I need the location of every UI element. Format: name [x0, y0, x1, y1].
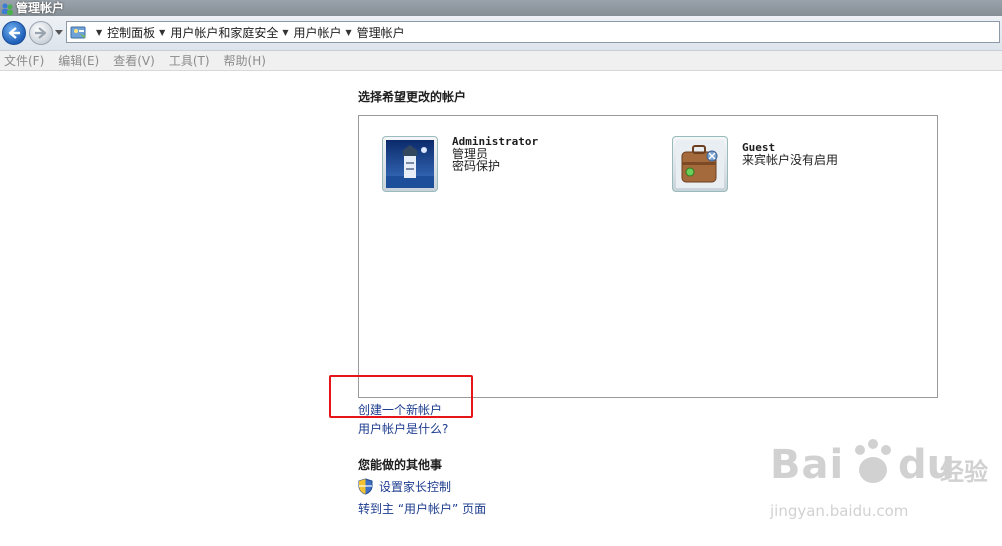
forward-arrow-icon: [35, 27, 47, 39]
suitcase-icon: [676, 140, 724, 188]
title-bar: 管理帐户: [0, 0, 1002, 16]
goto-user-accounts-link[interactable]: 转到主 “用户帐户” 页面: [358, 500, 486, 517]
breadcrumb-arrow-icon[interactable]: ▼: [346, 28, 352, 37]
forward-button[interactable]: [29, 21, 53, 45]
user-accounts-icon: [2, 3, 13, 15]
breadcrumb-control-panel[interactable]: 控制面板: [107, 24, 155, 41]
account-administrator[interactable]: Administrator 管理员 密码保护: [382, 136, 538, 192]
watermark-cn: 经验: [940, 458, 988, 486]
breadcrumb: ▼ 控制面板 ▼ 用户帐户和家庭安全 ▼ 用户帐户 ▼ 管理帐户: [92, 24, 405, 41]
account-info: Guest 来宾帐户没有启用: [742, 136, 838, 192]
account-status: 来宾帐户没有启用: [742, 153, 839, 167]
account-status: 密码保护: [452, 159, 501, 173]
paw-icon: [855, 439, 891, 483]
menu-edit[interactable]: 编辑(E): [58, 52, 99, 69]
shield-icon: [358, 478, 373, 495]
what-is-account-link[interactable]: 用户帐户是什么?: [358, 420, 448, 437]
menu-tools[interactable]: 工具(T): [169, 52, 210, 69]
breadcrumb-arrow-icon[interactable]: ▼: [159, 28, 165, 37]
navigation-bar: ▼ 控制面板 ▼ 用户帐户和家庭安全 ▼ 用户帐户 ▼ 管理帐户: [0, 16, 1002, 51]
breadcrumb-arrow-icon[interactable]: ▼: [282, 28, 288, 37]
breadcrumb-user-accounts[interactable]: 用户帐户: [294, 24, 342, 41]
account-info: Administrator 管理员 密码保护: [452, 136, 538, 192]
menu-help[interactable]: 帮助(H): [224, 52, 266, 69]
recent-pages-dropdown-icon[interactable]: [55, 30, 63, 36]
control-panel-icon: [70, 26, 86, 39]
breadcrumb-arrow-icon[interactable]: ▼: [96, 28, 102, 37]
account-guest[interactable]: Guest 来宾帐户没有启用: [672, 136, 838, 192]
lighthouse-icon: [386, 140, 434, 188]
avatar[interactable]: [382, 136, 438, 192]
watermark-brand: Bai: [770, 442, 845, 488]
accounts-panel: Administrator 管理员 密码保护 Guest 来宾帐户没有启用: [358, 115, 938, 398]
menu-bar: 文件(F) 编辑(E) 查看(V) 工具(T) 帮助(H): [0, 51, 1002, 71]
page-heading: 选择希望更改的帐户: [358, 90, 467, 104]
address-bar[interactable]: ▼ 控制面板 ▼ 用户帐户和家庭安全 ▼ 用户帐户 ▼ 管理帐户: [66, 21, 1000, 43]
menu-file[interactable]: 文件(F): [4, 52, 44, 69]
parental-controls-row[interactable]: 设置家长控制: [358, 478, 451, 495]
breadcrumb-manage-accounts[interactable]: 管理帐户: [357, 24, 405, 41]
menu-view[interactable]: 查看(V): [113, 52, 155, 69]
parental-controls-link[interactable]: 设置家长控制: [379, 478, 451, 495]
watermark-url: jingyan.baidu.com: [770, 502, 909, 520]
back-arrow-icon: [8, 27, 20, 39]
breadcrumb-user-accounts-family[interactable]: 用户帐户和家庭安全: [170, 24, 278, 41]
back-button[interactable]: [2, 21, 26, 45]
other-tasks-heading: 您能做的其他事: [358, 458, 443, 472]
window-title: 管理帐户: [16, 1, 65, 15]
baidu-watermark: Bai du 经验 jingyan.baidu.com: [770, 438, 990, 528]
create-account-link[interactable]: 创建一个新帐户: [358, 401, 442, 418]
avatar[interactable]: [672, 136, 728, 192]
